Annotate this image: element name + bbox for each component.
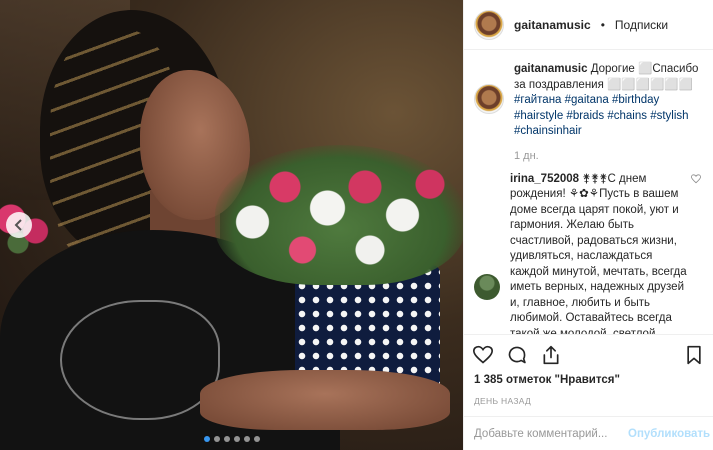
carousel-dot bbox=[243, 436, 250, 442]
header-separator: • bbox=[600, 17, 605, 32]
carousel-dot bbox=[233, 436, 240, 442]
instagram-post: gaitanamusic • Подписки gaitanamusic Дор… bbox=[0, 0, 713, 450]
comment-bubble-icon[interactable] bbox=[506, 344, 528, 366]
bookmark-icon[interactable] bbox=[683, 344, 705, 366]
caption-username[interactable]: gaitanamusic bbox=[514, 63, 588, 75]
heart-icon[interactable] bbox=[690, 173, 702, 187]
comment-body: ⚵⚵⚵С днем рождения! ⚘✿⚘Пусть в вашем дом… bbox=[510, 172, 687, 335]
photo-hands bbox=[200, 370, 450, 430]
comment-composer: Опубликовать bbox=[464, 416, 713, 450]
follow-status-button[interactable]: Подписки bbox=[615, 18, 668, 32]
hashtag-link[interactable]: #birthday bbox=[612, 94, 659, 106]
hashtag-link[interactable]: #гайтана bbox=[514, 94, 561, 106]
comment-input[interactable] bbox=[474, 427, 628, 440]
carousel-dots bbox=[0, 436, 463, 442]
avatar[interactable] bbox=[474, 9, 504, 40]
share-icon[interactable] bbox=[540, 344, 562, 366]
post-header: gaitanamusic • Подписки bbox=[464, 0, 713, 50]
photo-shirt-print bbox=[60, 300, 220, 420]
header-username[interactable]: gaitanamusic bbox=[514, 18, 591, 32]
comments-list[interactable]: gaitanamusic Дорогие ⬜Спасибо за поздрав… bbox=[464, 50, 713, 334]
hashtag-link[interactable]: #gaitana bbox=[565, 94, 609, 106]
action-bar bbox=[464, 334, 713, 374]
caption-time[interactable]: 1 дн. bbox=[514, 150, 703, 162]
carousel-dot bbox=[203, 436, 210, 442]
comment-username[interactable]: irina_752008 bbox=[510, 173, 579, 185]
post-photo[interactable] bbox=[0, 0, 463, 450]
hashtag-link[interactable]: #braids bbox=[566, 110, 604, 122]
caption-hashtags: #гайтана #gaitana #birthday #hairstyle #… bbox=[514, 94, 689, 137]
carousel-dot bbox=[223, 436, 230, 442]
post-date[interactable]: ДЕНЬ НАЗАД bbox=[464, 392, 713, 416]
post-side-panel: gaitanamusic • Подписки gaitanamusic Дор… bbox=[463, 0, 713, 450]
like-count[interactable]: 1 385 отметок "Нравится" bbox=[464, 374, 713, 392]
avatar[interactable] bbox=[474, 84, 504, 114]
hashtag-link[interactable]: #chains bbox=[607, 110, 647, 122]
caption: gaitanamusic Дорогие ⬜Спасибо за поздрав… bbox=[474, 62, 703, 172]
avatar[interactable] bbox=[474, 273, 500, 300]
carousel-dot bbox=[253, 436, 260, 442]
comment-text: irina_752008 ⚵⚵⚵С днем рождения! ⚘✿⚘Пуст… bbox=[510, 172, 703, 335]
hashtag-link[interactable]: #chainsinhair bbox=[514, 125, 582, 137]
list-item: irina_752008 ⚵⚵⚵С днем рождения! ⚘✿⚘Пуст… bbox=[474, 172, 703, 335]
caption-text: gaitanamusic Дорогие ⬜Спасибо за поздрав… bbox=[514, 62, 703, 140]
chevron-left-icon[interactable] bbox=[6, 212, 32, 238]
hashtag-link[interactable]: #hairstyle bbox=[514, 110, 563, 122]
hashtag-link[interactable]: #stylish bbox=[650, 110, 688, 122]
publish-button[interactable]: Опубликовать bbox=[628, 428, 710, 440]
photo-bouquet bbox=[215, 145, 463, 285]
heart-icon[interactable] bbox=[472, 344, 494, 366]
carousel-dot bbox=[213, 436, 220, 442]
